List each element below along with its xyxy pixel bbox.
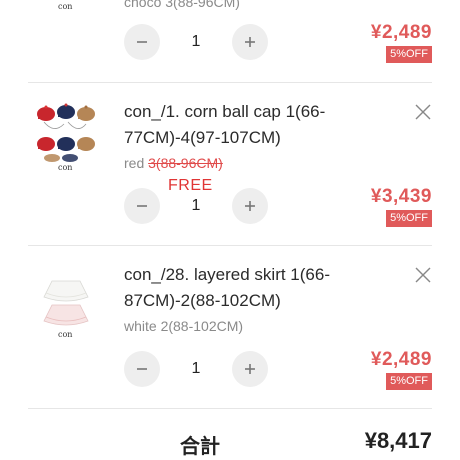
discount-badge: 5%OFF bbox=[386, 46, 432, 63]
variant-color: red bbox=[124, 155, 145, 171]
item-variant: red 3(88-96CM) bbox=[124, 155, 223, 171]
discount-badge: 5%OFF bbox=[386, 373, 432, 390]
quantity-increase-button[interactable] bbox=[232, 24, 268, 60]
minus-icon bbox=[137, 368, 147, 370]
cap-red-2 bbox=[37, 137, 55, 151]
variant-size: 3(88-96CM) bbox=[148, 155, 223, 171]
plus-icon bbox=[245, 364, 255, 374]
quantity-increase-button[interactable] bbox=[232, 351, 268, 387]
quantity-increase-button[interactable] bbox=[232, 188, 268, 224]
cap-shadow bbox=[44, 154, 78, 162]
free-label: FREE bbox=[168, 177, 213, 194]
quantity-decrease-button[interactable] bbox=[124, 351, 160, 387]
brand-mark: con bbox=[58, 163, 73, 172]
cap-brown-2 bbox=[77, 137, 95, 151]
item-divider bbox=[28, 245, 432, 246]
skirt-white bbox=[43, 280, 89, 302]
total-label: 合計 bbox=[180, 436, 220, 458]
quantity-decrease-button[interactable] bbox=[124, 24, 160, 60]
minus-icon bbox=[137, 41, 147, 43]
discount-badge: 5%OFF bbox=[386, 210, 432, 227]
item-variant: white 2(88-102CM) bbox=[124, 318, 244, 334]
remove-item-button[interactable] bbox=[413, 265, 433, 285]
cap-chain bbox=[43, 121, 87, 129]
quantity-value: 1 bbox=[191, 360, 201, 377]
quantity-decrease-button[interactable] bbox=[124, 188, 160, 224]
close-icon bbox=[415, 267, 431, 283]
cap-navy-2 bbox=[57, 137, 75, 151]
minus-icon bbox=[137, 205, 147, 207]
item-price: ¥2,489 bbox=[370, 22, 432, 43]
item-name[interactable]: con_/28. layered skirt 1(66-87CM)-2(88-1… bbox=[124, 262, 414, 314]
brand-mark: con bbox=[58, 330, 73, 339]
quantity-value: 1 bbox=[191, 197, 201, 214]
plus-icon bbox=[245, 201, 255, 211]
remove-item-button[interactable] bbox=[413, 102, 433, 122]
item-divider bbox=[28, 408, 432, 409]
brand-mark: con bbox=[58, 2, 73, 11]
close-icon bbox=[415, 104, 431, 120]
item-price: ¥2,489 bbox=[370, 349, 432, 370]
item-price: ¥3,439 bbox=[370, 186, 432, 207]
cap-brown bbox=[77, 105, 95, 121]
skirt-pink bbox=[43, 304, 89, 326]
quantity-value: 1 bbox=[191, 33, 201, 50]
item-variant: choco 3(88-96CM) bbox=[124, 0, 240, 10]
cap-red bbox=[37, 105, 55, 121]
item-name[interactable]: con_/1. corn ball cap 1(66-77CM)-4(97-10… bbox=[124, 99, 414, 151]
cap-navy bbox=[57, 103, 75, 119]
total-value: ¥8,417 bbox=[364, 428, 432, 453]
item-divider bbox=[28, 82, 432, 83]
plus-icon bbox=[245, 37, 255, 47]
